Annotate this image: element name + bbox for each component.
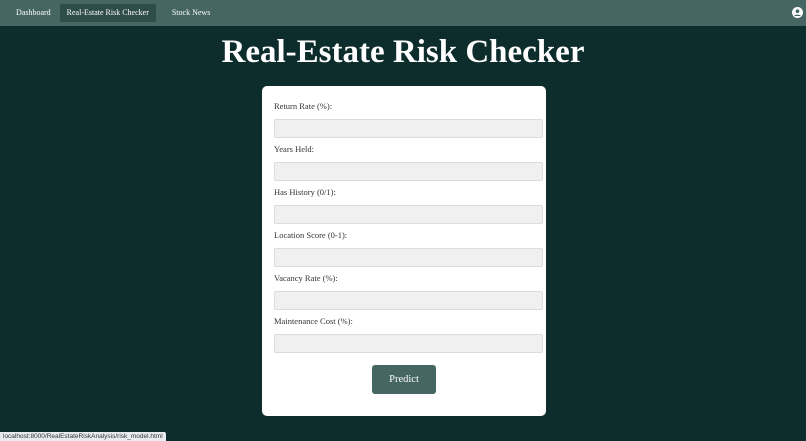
nav-link-dashboard[interactable]: Dashboard (9, 4, 58, 22)
nav-link-stock-news[interactable]: Stock News (165, 4, 217, 22)
location-score-input[interactable] (274, 248, 543, 267)
maintenance-cost-field: Maintenance Cost (%): (274, 315, 543, 353)
location-score-label: Location Score (0-1): (274, 230, 348, 240)
maintenance-cost-label: Maintenance Cost (%): (274, 316, 353, 326)
has-history-input[interactable] (274, 205, 543, 224)
user-circle-icon[interactable] (792, 7, 803, 18)
has-history-field: Has History (0/1): (274, 186, 543, 224)
has-history-label: Has History (0/1): (274, 187, 336, 197)
page-title: Real-Estate Risk Checker (221, 34, 585, 70)
vacancy-rate-label: Vacancy Rate (%): (274, 273, 338, 283)
vacancy-rate-input[interactable] (274, 291, 543, 310)
vacancy-rate-field: Vacancy Rate (%): (274, 272, 543, 310)
return-rate-field: Return Rate (%): (274, 100, 543, 138)
predict-button[interactable]: Predict (372, 365, 436, 394)
return-rate-input[interactable] (274, 119, 543, 138)
years-held-label: Years Held: (274, 144, 314, 154)
nav-link-risk-checker[interactable]: Real-Estate Risk Checker (59, 4, 156, 22)
location-score-field: Location Score (0-1): (274, 229, 543, 267)
years-held-input[interactable] (274, 162, 543, 181)
years-held-field: Years Held: (274, 143, 543, 181)
top-navbar: Dashboard Real-Estate Risk Checker Stock… (0, 0, 806, 26)
risk-form-card: Return Rate (%): Years Held: Has History… (262, 86, 546, 416)
maintenance-cost-input[interactable] (274, 334, 543, 353)
status-bar-url: localhost:8000/RealEstateRiskAnalysis/ri… (0, 432, 166, 441)
return-rate-label: Return Rate (%): (274, 101, 333, 111)
